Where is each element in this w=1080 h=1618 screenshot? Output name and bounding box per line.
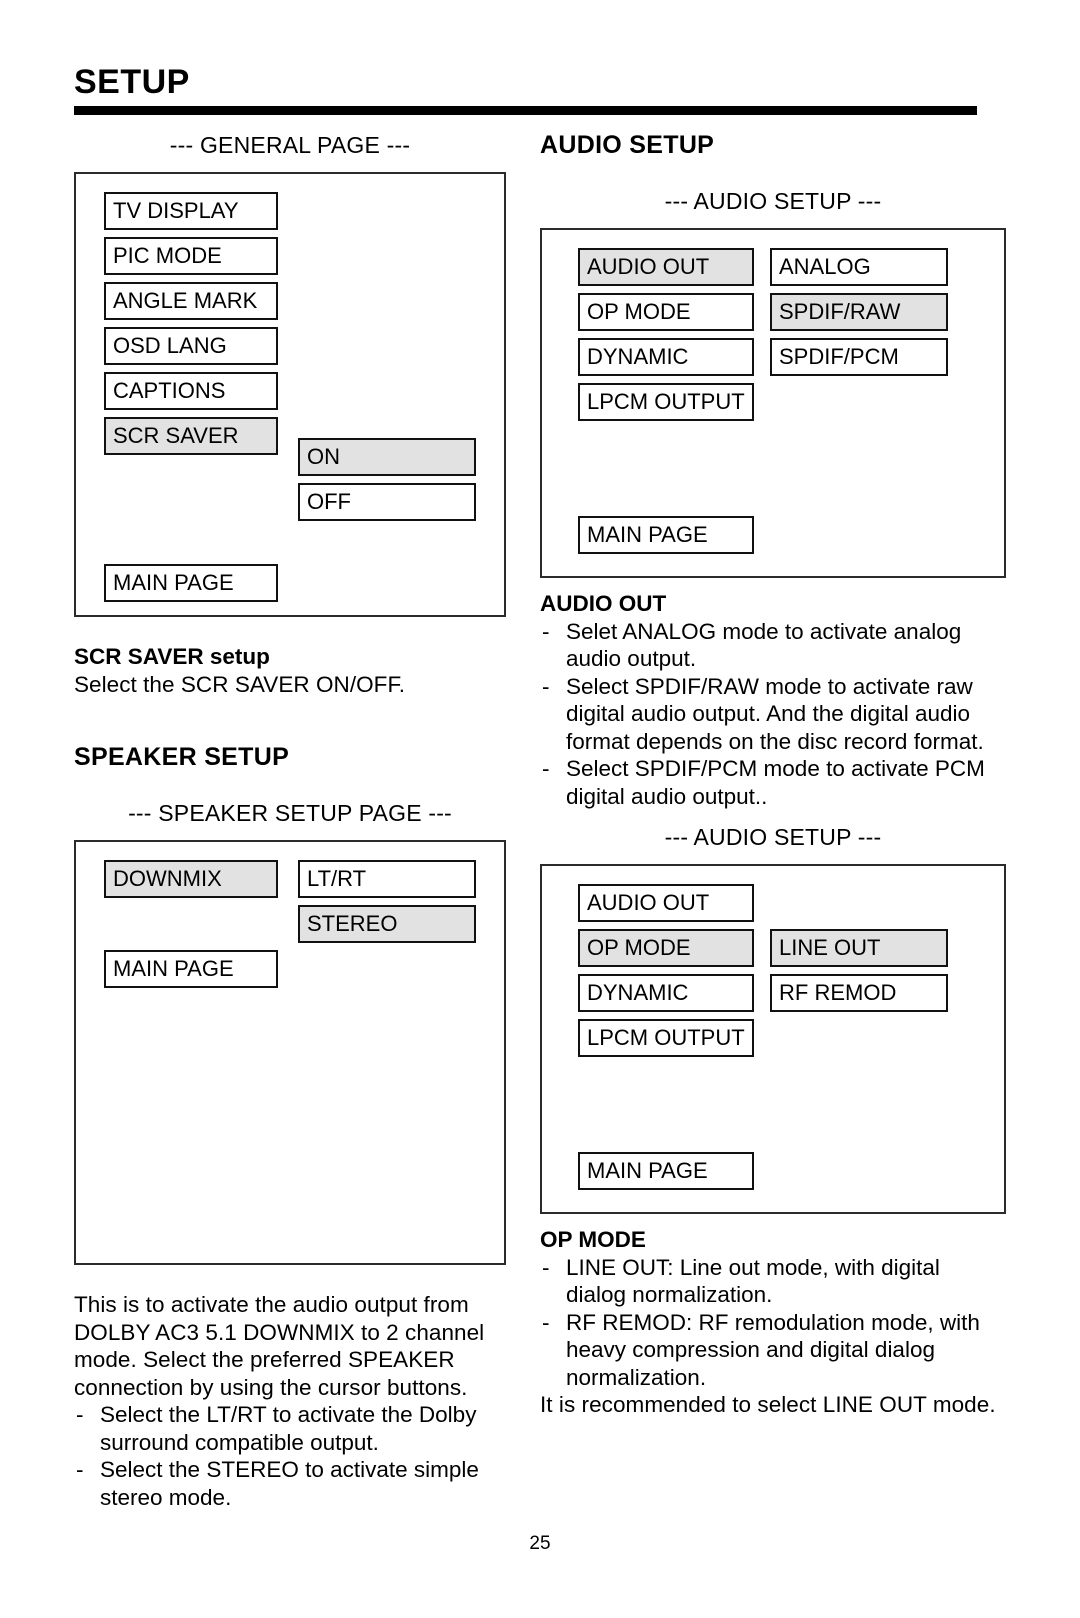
list-item: - LINE OUT: Line out mode, with digital d… [540, 1254, 1006, 1309]
audio-setup-screen-2: AUDIO OUT OP MODE DYNAMIC LPCM OUTPUT LI… [540, 864, 1006, 1214]
menu-item-audio-out[interactable]: AUDIO OUT [578, 248, 754, 286]
op-mode-bullet-list: - LINE OUT: Line out mode, with digital d… [540, 1254, 1006, 1392]
scr-saver-setup-heading: SCR SAVER setup [74, 644, 270, 669]
general-page-caption: --- GENERAL PAGE --- [169, 132, 411, 158]
option-lt-rt[interactable]: LT/RT [298, 860, 476, 898]
bullet-dash: - [542, 1309, 550, 1335]
list-item-text: LINE OUT: Line out mode, with digital di… [566, 1254, 940, 1308]
menu-item-osd-lang[interactable]: OSD LANG [104, 327, 278, 365]
audio-setup-2-menu-list: AUDIO OUT OP MODE DYNAMIC LPCM OUTPUT [578, 884, 754, 1057]
speaker-setup-page-caption: --- SPEAKER SETUP PAGE --- [128, 800, 452, 826]
audio-setup-caption-1: --- AUDIO SETUP --- [664, 188, 882, 214]
list-item: - Selet ANALOG mode to activate analog au… [540, 618, 1006, 673]
op-mode-footer-note: It is recommended to select LINE OUT mod… [540, 1392, 996, 1417]
bullet-dash: - [542, 756, 550, 781]
menu-item-pic-mode[interactable]: PIC MODE [104, 237, 278, 275]
audio-out-heading: AUDIO OUT [540, 591, 667, 616]
bullet-dash: - [542, 618, 550, 644]
op-mode-heading: OP MODE [540, 1227, 646, 1252]
op-mode-options-list: LINE OUT RF REMOD [770, 929, 948, 1012]
general-page-screen: TV DISPLAY PIC MODE ANGLE MARK OSD LANG … [74, 172, 506, 617]
bullet-dash: - [76, 1402, 84, 1427]
menu-item-op-mode[interactable]: OP MODE [578, 293, 754, 331]
audio-setup-screen-1: AUDIO OUT OP MODE DYNAMIC LPCM OUTPUT AN… [540, 228, 1006, 578]
page-number: 25 [529, 1533, 551, 1554]
menu-item-lpcm-output[interactable]: LPCM OUTPUT [578, 383, 754, 421]
speaker-setup-heading: SPEAKER SETUP [74, 743, 290, 771]
option-scr-saver-off[interactable]: OFF [298, 483, 476, 521]
menu-item-audio-out[interactable]: AUDIO OUT [578, 884, 754, 922]
audio-setup-2-main-page-button[interactable]: MAIN PAGE [578, 1152, 754, 1190]
page-title: SETUP [74, 63, 190, 101]
speaker-setup-bullet-list: - Select the LT/RT to activate the Dolby … [74, 1401, 506, 1511]
scr-saver-setup-body: Select the SCR SAVER ON/OFF. [74, 671, 406, 697]
audio-setup-heading: AUDIO SETUP [540, 131, 715, 159]
audio-setup-1-main-page-button[interactable]: MAIN PAGE [578, 516, 754, 554]
left-column: --- GENERAL PAGE --- TV DISPLAY PIC MODE… [74, 130, 506, 1511]
speaker-setup-menu-list: DOWNMIX [104, 860, 278, 898]
option-rf-remod[interactable]: RF REMOD [770, 974, 948, 1012]
speaker-setup-description: This is to activate the audio output fro… [74, 1292, 485, 1400]
list-item-text: Select SPDIF/PCM mode to activate PCM di… [566, 756, 985, 809]
list-item-text: Selet ANALOG mode to activate analog aud… [566, 618, 962, 672]
menu-item-op-mode[interactable]: OP MODE [578, 929, 754, 967]
audio-out-bullet-list: - Selet ANALOG mode to activate analog au… [540, 618, 1006, 811]
list-item-text: Select the STEREO to activate simple ste… [100, 1457, 479, 1510]
speaker-setup-main-page-button[interactable]: MAIN PAGE [104, 950, 278, 988]
bullet-dash: - [542, 673, 550, 699]
option-spdif-pcm[interactable]: SPDIF/PCM [770, 338, 948, 376]
title-divider [74, 106, 977, 115]
option-spdif-raw[interactable]: SPDIF/RAW [770, 293, 948, 331]
list-item: - Select the LT/RT to activate the Dolby … [74, 1401, 506, 1456]
option-analog[interactable]: ANALOG [770, 248, 948, 286]
manual-page: SETUP --- GENERAL PAGE --- TV DISPLAY PI… [0, 0, 1080, 1618]
menu-item-lpcm-output[interactable]: LPCM OUTPUT [578, 1019, 754, 1057]
scr-saver-options-list: ON OFF [298, 438, 476, 521]
speaker-setup-screen: DOWNMIX LT/RT STEREO MAIN PAGE [74, 840, 506, 1265]
general-page-menu-list: TV DISPLAY PIC MODE ANGLE MARK OSD LANG … [104, 192, 278, 455]
list-item-text: Select the LT/RT to activate the Dolby s… [100, 1402, 477, 1455]
menu-item-tv-display[interactable]: TV DISPLAY [104, 192, 278, 230]
bullet-dash: - [542, 1254, 550, 1280]
menu-item-scr-saver[interactable]: SCR SAVER [104, 417, 278, 455]
menu-item-downmix[interactable]: DOWNMIX [104, 860, 278, 898]
general-page-main-page-button[interactable]: MAIN PAGE [104, 564, 278, 602]
downmix-options-list: LT/RT STEREO [298, 860, 476, 943]
audio-out-options-list: ANALOG SPDIF/RAW SPDIF/PCM [770, 248, 948, 376]
list-item-text: Select SPDIF/RAW mode to activate raw di… [566, 673, 984, 754]
bullet-dash: - [76, 1457, 84, 1482]
list-item: - Select SPDIF/RAW mode to activate raw d… [540, 673, 1006, 756]
option-scr-saver-on[interactable]: ON [298, 438, 476, 476]
right-column: AUDIO SETUP --- AUDIO SETUP --- AUDIO OU… [540, 130, 1006, 1419]
option-line-out[interactable]: LINE OUT [770, 929, 948, 967]
list-item: - Select SPDIF/PCM mode to activate PCM d… [540, 755, 1006, 810]
menu-item-dynamic[interactable]: DYNAMIC [578, 338, 754, 376]
audio-setup-1-menu-list: AUDIO OUT OP MODE DYNAMIC LPCM OUTPUT [578, 248, 754, 421]
option-stereo[interactable]: STEREO [298, 905, 476, 943]
menu-item-captions[interactable]: CAPTIONS [104, 372, 278, 410]
list-item-text: RF REMOD: RF remodulation mode, with hea… [566, 1309, 980, 1390]
audio-setup-caption-2: --- AUDIO SETUP --- [664, 824, 882, 850]
list-item: - Select the STEREO to activate simple st… [74, 1456, 506, 1511]
menu-item-angle-mark[interactable]: ANGLE MARK [104, 282, 278, 320]
menu-item-dynamic[interactable]: DYNAMIC [578, 974, 754, 1012]
list-item: - RF REMOD: RF remodulation mode, with he… [540, 1309, 1006, 1392]
